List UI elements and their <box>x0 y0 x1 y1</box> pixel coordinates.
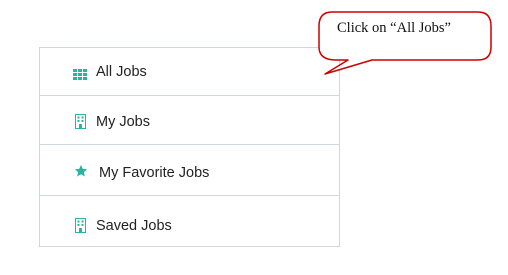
menu-item-label: My Favorite Jobs <box>99 165 210 181</box>
star-icon <box>74 164 88 183</box>
menu-item-all-jobs[interactable]: All Jobs <box>40 48 339 96</box>
menu-item-label: Saved Jobs <box>96 218 172 234</box>
building-icon <box>75 114 86 134</box>
grid-icon <box>73 67 87 85</box>
jobs-menu: All Jobs My Jobs My Favorite Jobs Saved … <box>39 47 340 247</box>
menu-item-my-jobs[interactable]: My Jobs <box>40 96 339 145</box>
callout-text: Click on “All Jobs” <box>337 20 451 36</box>
menu-item-my-favorite-jobs[interactable]: My Favorite Jobs <box>40 145 339 196</box>
menu-item-label: My Jobs <box>96 114 150 130</box>
building-icon <box>75 218 86 238</box>
menu-item-label: All Jobs <box>96 64 147 80</box>
menu-item-saved-jobs[interactable]: Saved Jobs <box>40 196 339 248</box>
